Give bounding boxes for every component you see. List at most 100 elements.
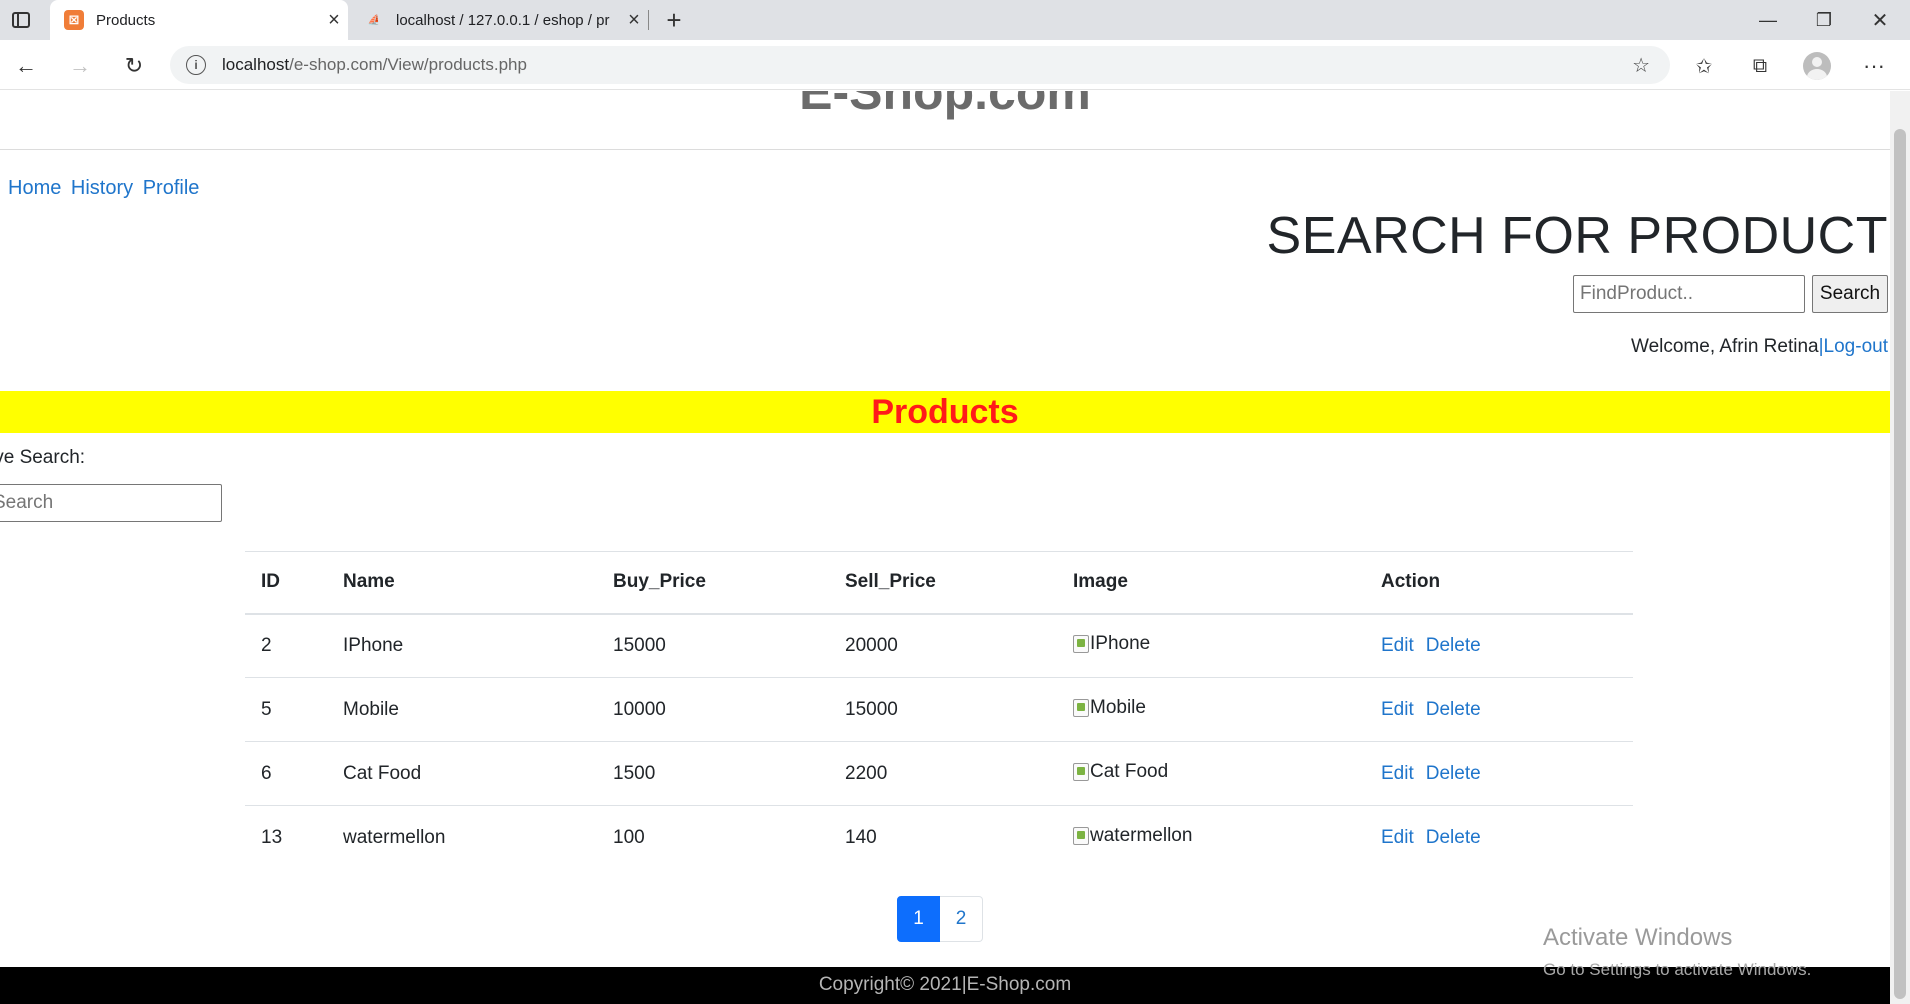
products-table: ID Name Buy_Price Sell_Price Image Actio…: [245, 551, 1633, 870]
restore-button[interactable]: ❐: [1796, 0, 1852, 40]
edit-link[interactable]: Edit: [1381, 635, 1414, 656]
cell-buy-price: 1500: [597, 741, 829, 806]
collections-icon[interactable]: ⧉: [1738, 46, 1782, 86]
tab-actions-icon: [12, 12, 30, 28]
tab-actions-button[interactable]: [0, 0, 42, 40]
cell-id: 2: [245, 613, 327, 678]
forward-button[interactable]: →: [60, 46, 100, 86]
table-row: 13 watermellon 100 140 watermellon Edit D…: [245, 806, 1633, 870]
products-title: Products: [871, 393, 1019, 431]
table-header-row: ID Name Buy_Price Sell_Price Image Actio…: [245, 551, 1633, 615]
url-host: localhost: [222, 55, 290, 74]
url-path: /e-shop.com/View/products.php: [289, 55, 527, 74]
cell-action: Edit Delete: [1365, 677, 1633, 742]
url-field[interactable]: i localhost/e-shop.com/View/products.php…: [170, 46, 1670, 84]
col-buy-price-header: Buy_Price: [597, 551, 829, 615]
nav-history-link[interactable]: History: [71, 177, 133, 199]
reload-button[interactable]: ↻: [114, 46, 154, 86]
cell-name: Cat Food: [327, 741, 597, 806]
favorites-icon[interactable]: ✩: [1682, 46, 1726, 86]
top-nav: Home History Profile: [8, 177, 203, 200]
image-alt-text: watermellon: [1090, 824, 1193, 846]
tab-title: localhost / 127.0.0.1 / eshop / pr: [396, 11, 610, 29]
cell-sell-price: 20000: [829, 613, 1057, 678]
browser-tab-bar: ⊠ Products × ⛵ localhost / 127.0.0.1 / e…: [0, 0, 1910, 40]
url-text: localhost/e-shop.com/View/products.php: [222, 55, 527, 75]
broken-image-icon: [1073, 826, 1089, 845]
phpmyadmin-icon: ⛵: [367, 14, 381, 26]
address-bar: ← → ↻ i localhost/e-shop.com/View/produc…: [0, 40, 1910, 90]
products-banner: Products: [0, 391, 1890, 433]
edit-link[interactable]: Edit: [1381, 827, 1414, 848]
add-favorite-icon[interactable]: ☆: [1632, 53, 1650, 78]
broken-image-icon: [1073, 762, 1089, 781]
delete-link[interactable]: Delete: [1426, 763, 1481, 784]
close-window-button[interactable]: ✕: [1852, 0, 1908, 40]
cell-buy-price: 10000: [597, 677, 829, 742]
site-info-icon[interactable]: i: [186, 55, 206, 75]
tab-products[interactable]: ⊠ Products ×: [50, 0, 348, 40]
product-image: Mobile: [1073, 697, 1146, 719]
cell-id: 5: [245, 677, 327, 742]
product-image: Cat Food: [1073, 761, 1168, 783]
cell-image: Mobile: [1057, 677, 1365, 742]
more-menu-icon[interactable]: ···: [1852, 46, 1896, 86]
broken-image-icon: [1073, 634, 1089, 653]
pagination: 1 2: [897, 896, 983, 942]
col-action-header: Action: [1365, 551, 1633, 615]
cell-buy-price: 100: [613, 826, 645, 848]
tab-title: Products: [96, 11, 156, 29]
table-row: 2 IPhone 15000 20000 IPhone Edit Delete: [245, 613, 1633, 678]
search-heading: SEARCH FOR PRODUCT: [1266, 207, 1888, 265]
welcome-text: Welcome, Afrin Retina: [1630, 336, 1819, 357]
product-image: watermellon: [1073, 825, 1192, 847]
new-tab-button[interactable]: +: [656, 0, 692, 40]
cell-id: 6: [245, 741, 327, 806]
find-product-input[interactable]: [1573, 275, 1805, 313]
minimize-button[interactable]: —: [1740, 0, 1796, 40]
delete-link[interactable]: Delete: [1426, 635, 1481, 656]
activate-windows-title: Activate Windows: [1543, 924, 1733, 951]
edit-link[interactable]: Edit: [1381, 699, 1414, 720]
close-tab-icon[interactable]: ×: [620, 9, 648, 32]
profile-button[interactable]: [1795, 46, 1839, 86]
cell-action: Edit Delete: [1365, 741, 1633, 806]
col-sell-price-header: Sell_Price: [829, 551, 1057, 615]
live-search-input[interactable]: [0, 484, 222, 522]
cell-image: watermellon: [1057, 806, 1365, 870]
cell-image: Cat Food: [1057, 741, 1365, 806]
activate-windows-subtitle: Go to Settings to activate Windows.: [1543, 960, 1812, 979]
cell-id: 13: [261, 826, 283, 848]
cell-sell-price: 140: [845, 826, 877, 848]
cell-name: watermellon: [343, 826, 446, 848]
cell-buy-price: 15000: [597, 613, 829, 678]
cell-sell-price: 2200: [829, 741, 1057, 806]
page-2-button[interactable]: 2: [940, 896, 983, 942]
cell-name: Mobile: [327, 677, 597, 742]
image-alt-text: Mobile: [1090, 696, 1146, 718]
back-button[interactable]: ←: [6, 46, 46, 86]
delete-link[interactable]: Delete: [1426, 699, 1481, 720]
nav-home-link[interactable]: Home: [8, 177, 61, 199]
page-1-button[interactable]: 1: [897, 896, 940, 942]
header-divider: [0, 149, 1890, 150]
image-alt-text: Cat Food: [1090, 760, 1169, 782]
logout-link[interactable]: |Log-out: [1819, 336, 1888, 357]
edit-link[interactable]: Edit: [1381, 763, 1414, 784]
page-scrollbar[interactable]: [1890, 91, 1910, 1004]
close-tab-icon[interactable]: ×: [320, 9, 348, 32]
delete-link[interactable]: Delete: [1426, 827, 1481, 848]
search-button[interactable]: Search: [1812, 275, 1888, 313]
profile-avatar-icon: [1803, 52, 1831, 80]
cell-action: Edit Delete: [1365, 806, 1633, 870]
scrollbar-thumb[interactable]: [1894, 129, 1906, 999]
nav-profile-link[interactable]: Profile: [143, 177, 200, 199]
col-id-header: ID: [245, 551, 327, 615]
xampp-icon: ⊠: [64, 10, 84, 30]
site-title: E-Shop.com: [799, 91, 1091, 120]
logout-label: Log-out: [1823, 336, 1888, 357]
cell-sell-price: 15000: [829, 677, 1057, 742]
tab-phpmyadmin[interactable]: ⛵ localhost / 127.0.0.1 / eshop / pr ×: [350, 0, 648, 40]
table-row: 6 Cat Food 1500 2200 Cat Food Edit Delete: [245, 741, 1633, 806]
broken-image-icon: [1073, 698, 1089, 717]
